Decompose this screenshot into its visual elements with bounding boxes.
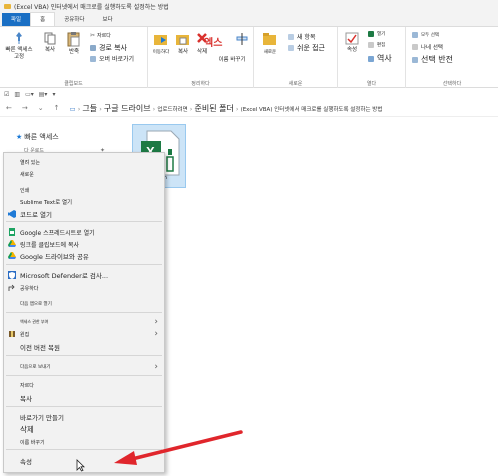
red-annotation-arrow [114,430,243,465]
mouse-cursor-icon [76,459,85,472]
file-explorer-window: (Excel VBA) 인터넷에서 매크로를 실행하도록 설정하는 방법 파일 … [0,0,498,476]
